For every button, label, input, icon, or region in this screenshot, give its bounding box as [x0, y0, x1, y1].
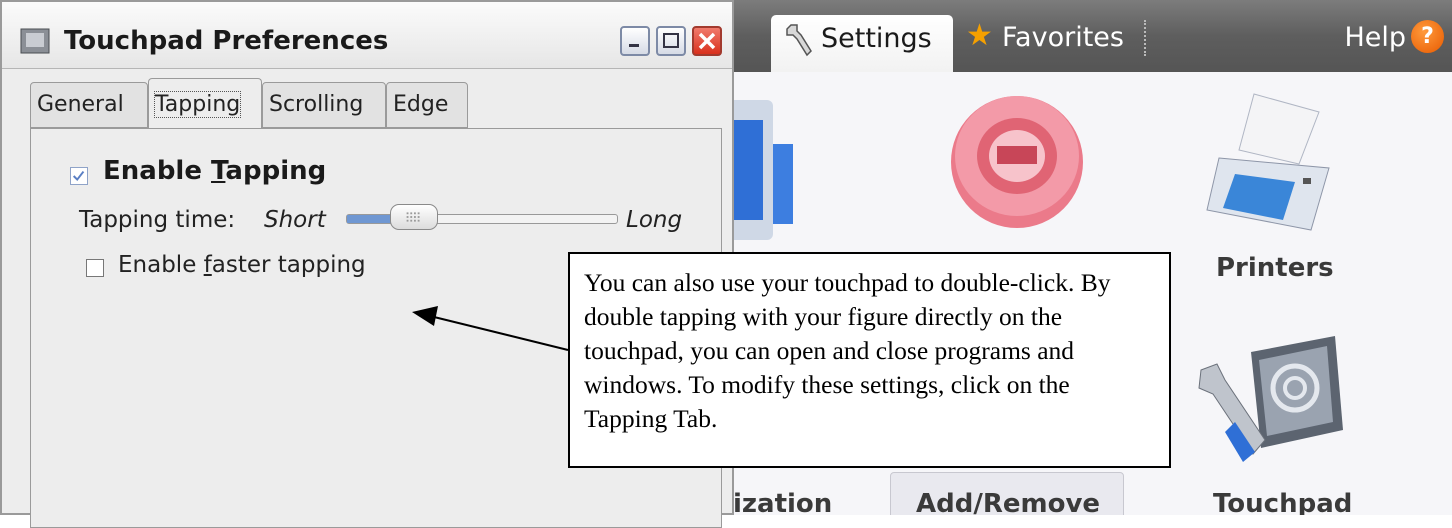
- faster-tapping-text: Enable: [118, 252, 204, 278]
- enable-tapping-label: Enable Tapping: [103, 156, 326, 186]
- callout-box: You can also use your touchpad to double…: [568, 252, 1171, 468]
- touchpad-wrench-icon[interactable]: [1195, 330, 1355, 470]
- close-icon: [698, 32, 716, 50]
- tab-settings[interactable]: Settings: [771, 15, 953, 72]
- wrench-icon: [786, 24, 812, 57]
- enable-faster-tapping-checkbox[interactable]: [86, 259, 104, 277]
- dialog-titlebar[interactable]: Touchpad Preferences: [2, 2, 732, 69]
- tab-general[interactable]: General: [30, 82, 148, 128]
- tab-edge[interactable]: Edge: [386, 82, 468, 128]
- toolbar-separator: [1144, 20, 1146, 56]
- close-button[interactable]: [692, 26, 722, 56]
- slider-max-label: Long: [626, 207, 683, 233]
- printer-icon[interactable]: [1199, 92, 1349, 242]
- tapping-time-slider[interactable]: [346, 214, 618, 224]
- star-icon: ★: [966, 18, 993, 53]
- grip-icon: [406, 212, 420, 222]
- tab-settings-label: Settings: [821, 23, 932, 54]
- faster-tapping-text-rest: aster tapping: [211, 252, 366, 278]
- enable-tapping-mnemonic: T: [211, 156, 226, 186]
- checkmark-icon: [72, 170, 85, 182]
- add-remove-item-label[interactable]: Add/Remove: [916, 489, 1100, 515]
- touchpad-item-label[interactable]: Touchpad: [1213, 489, 1352, 515]
- minimize-icon: [629, 44, 639, 47]
- maximize-icon: [663, 33, 679, 48]
- tab-edge-label: Edge: [393, 92, 449, 117]
- eject-disc-icon[interactable]: [933, 84, 1103, 234]
- tab-tapping[interactable]: Tapping: [148, 78, 262, 130]
- help-link[interactable]: Help: [1344, 22, 1406, 53]
- slider-thumb[interactable]: [390, 204, 438, 230]
- tab-favorites[interactable]: Favorites: [1002, 22, 1124, 53]
- slider-min-label: Short: [264, 207, 326, 233]
- printers-item-label[interactable]: Printers: [1216, 253, 1334, 283]
- faster-tapping-mnemonic: f: [203, 252, 212, 278]
- personalization-item-label[interactable]: ization: [733, 489, 832, 515]
- system-icon[interactable]: [733, 96, 797, 246]
- tab-scrolling[interactable]: Scrolling: [262, 82, 386, 128]
- minimize-button[interactable]: [620, 26, 650, 56]
- touchpad-app-icon: [20, 28, 50, 54]
- tapping-time-label: Tapping time:: [79, 207, 236, 233]
- maximize-button[interactable]: [656, 26, 686, 56]
- settings-toolbar: Settings ★ Favorites Help ?: [733, 0, 1452, 72]
- tab-general-label: General: [37, 92, 124, 117]
- callout-text: You can also use your touchpad to double…: [584, 268, 1111, 433]
- dialog-title: Touchpad Preferences: [64, 26, 389, 56]
- enable-tapping-text: Enable: [103, 156, 212, 186]
- tab-scrolling-label: Scrolling: [269, 92, 364, 117]
- help-icon[interactable]: ?: [1411, 20, 1444, 53]
- enable-tapping-text-rest: apping: [225, 156, 327, 186]
- tab-tapping-label: Tapping: [153, 91, 242, 118]
- enable-tapping-checkbox[interactable]: [70, 167, 88, 185]
- faster-tapping-label: Enable faster tapping: [118, 252, 366, 278]
